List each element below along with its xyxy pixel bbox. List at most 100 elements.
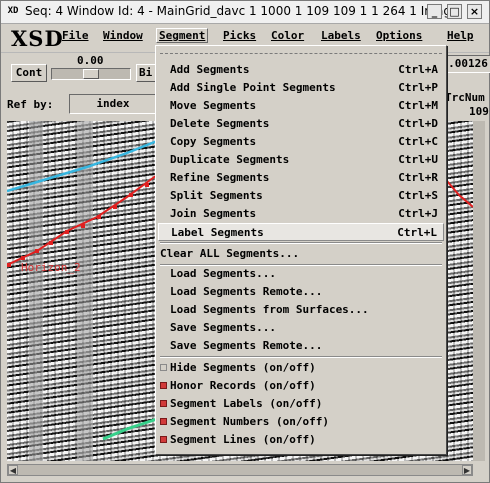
menu-item-label: Save Segments Remote... <box>170 339 323 352</box>
menu-item-label-segments[interactable]: Label Segments Ctrl+L <box>158 223 444 241</box>
menu-item-accel: Ctrl+A <box>398 63 438 76</box>
menu-file[interactable]: File <box>62 29 89 42</box>
toggle-on-icon <box>160 418 167 425</box>
menu-item-label: Join Segments <box>170 207 257 220</box>
menu-window-label: Window <box>103 29 143 42</box>
horizontal-scrollbar[interactable]: ◀ ▶ <box>7 464 473 476</box>
menu-separator <box>160 356 442 358</box>
trcnum-value: 109 <box>469 105 489 118</box>
menu-item-load-segments[interactable]: Load Segments... <box>158 265 444 283</box>
vertical-scrollbar[interactable] <box>473 121 485 461</box>
menu-item-honor-records[interactable]: Honor Records (on/off) <box>158 377 444 395</box>
menu-item-add-single-point[interactable]: Add Single Point Segments Ctrl+P <box>158 79 444 97</box>
tearoff-line[interactable] <box>160 53 442 54</box>
menu-labels-label: Labels <box>321 29 361 42</box>
right-value-field[interactable]: .00126 <box>445 55 490 73</box>
menu-item-segment-labels[interactable]: Segment Labels (on/off) <box>158 395 444 413</box>
toggle-on-icon <box>160 382 167 389</box>
minimize-button[interactable]: _ <box>427 4 442 19</box>
menu-item-label: Delete Segments <box>170 117 270 130</box>
menu-segment-label: Segment <box>159 29 206 42</box>
menu-item-delete-segments[interactable]: Delete Segments Ctrl+D <box>158 115 444 133</box>
toggle-on-icon <box>160 436 167 443</box>
menu-item-label: Hide Segments (on/off) <box>170 361 316 374</box>
menu-item-label: Load Segments... <box>170 267 276 280</box>
app-window: XD Seq: 4 Window Id: 4 - MainGrid_davc 1… <box>0 0 490 483</box>
menu-file-label: File <box>62 29 89 42</box>
menu-item-segment-lines[interactable]: Segment Lines (on/off) <box>158 431 444 449</box>
horizon-line-red-right[interactable] <box>446 180 473 208</box>
zoom-slider-thumb[interactable] <box>83 69 99 79</box>
window-title: Seq: 4 Window Id: 4 - MainGrid_davc 1 10… <box>25 4 459 18</box>
app-icon[interactable]: XD <box>5 4 21 19</box>
maximize-button[interactable]: □ <box>447 4 462 19</box>
menu-item-label: Label Segments <box>171 226 264 239</box>
menu-item-label: Segment Numbers (on/off) <box>170 415 329 428</box>
menu-item-accel: Ctrl+J <box>398 207 438 220</box>
gap-band <box>77 121 93 461</box>
menu-item-join-segments[interactable]: Join Segments Ctrl+J <box>158 205 444 223</box>
trcnum-label: TrcNum <box>445 91 485 104</box>
menu-item-label: Duplicate Segments <box>170 153 290 166</box>
horizon-line-green[interactable] <box>102 417 158 441</box>
xsd-logo: XSD <box>11 26 64 51</box>
menu-help-label: Help <box>447 29 474 42</box>
gap-band <box>29 121 43 461</box>
menu-item-copy-segments[interactable]: Copy Segments Ctrl+C <box>158 133 444 151</box>
menu-item-accel: Ctrl+S <box>398 189 438 202</box>
menu-picks[interactable]: Picks <box>223 29 256 42</box>
menu-options[interactable]: Options <box>376 29 422 42</box>
ref-by-field[interactable]: index <box>69 94 157 114</box>
menu-item-save-segments[interactable]: Save Segments... <box>158 319 444 337</box>
zoom-slider[interactable] <box>51 68 131 80</box>
cont-button[interactable]: Cont <box>11 64 47 82</box>
menu-picks-label: Picks <box>223 29 257 42</box>
menu-item-label: Load Segments Remote... <box>170 285 323 298</box>
menu-item-refine-segments[interactable]: Refine Segments Ctrl+R <box>158 169 444 187</box>
menu-item-label: Copy Segments <box>170 135 257 148</box>
menu-color-label: Color <box>271 29 305 42</box>
menu-labels[interactable]: Labels <box>321 29 361 42</box>
menu-item-label: Add Single Point Segments <box>170 81 336 94</box>
menu-segment[interactable]: Segment <box>156 28 209 43</box>
menu-separator <box>160 242 442 244</box>
segment-menu: Add Segments Ctrl+A Add Single Point Seg… <box>155 45 447 455</box>
menu-item-accel: Ctrl+D <box>398 117 438 130</box>
menu-item-accel: Ctrl+R <box>398 171 438 184</box>
close-button[interactable]: × <box>467 4 482 19</box>
horizon-label: Horizon_2 <box>21 261 81 274</box>
scroll-right-icon[interactable]: ▶ <box>462 465 472 475</box>
menu-item-label: Split Segments <box>170 189 263 202</box>
menu-options-label: Options <box>376 29 423 42</box>
menu-item-save-remote[interactable]: Save Segments Remote... <box>158 337 444 355</box>
menu-item-accel: Ctrl+L <box>397 226 437 239</box>
menu-item-load-surfaces[interactable]: Load Segments from Surfaces... <box>158 301 444 319</box>
menu-item-split-segments[interactable]: Split Segments Ctrl+S <box>158 187 444 205</box>
menu-help[interactable]: Help <box>447 29 474 42</box>
menu-item-duplicate-segments[interactable]: Duplicate Segments Ctrl+U <box>158 151 444 169</box>
menu-color[interactable]: Color <box>271 29 304 42</box>
menu-window[interactable]: Window <box>103 29 143 42</box>
menu-item-add-segments[interactable]: Add Segments Ctrl+A <box>158 61 444 79</box>
menu-item-label: Segment Labels (on/off) <box>170 397 323 410</box>
zoom-value: 0.00 <box>77 54 104 67</box>
menu-item-clear-all[interactable]: Clear ALL Segments... <box>158 245 444 263</box>
menu-item-label: Segment Lines (on/off) <box>170 433 316 446</box>
scroll-left-icon[interactable]: ◀ <box>8 465 18 475</box>
menu-item-label: Add Segments <box>170 63 250 76</box>
right-panel: .00126 TrcNum 109 <box>445 53 490 119</box>
menu-item-hide-segments[interactable]: Hide Segments (on/off) <box>158 359 444 377</box>
menu-item-label: Honor Records (on/off) <box>170 379 316 392</box>
menu-item-label: Save Segments... <box>170 321 276 334</box>
toggle-on-icon <box>160 400 167 407</box>
menu-item-accel: Ctrl+U <box>398 153 438 166</box>
menu-item-label: Clear ALL Segments... <box>160 247 300 260</box>
menu-item-load-remote[interactable]: Load Segments Remote... <box>158 283 444 301</box>
menu-item-move-segments[interactable]: Move Segments Ctrl+M <box>158 97 444 115</box>
menu-item-accel: Ctrl+P <box>398 81 438 94</box>
menu-item-label: Load Segments from Surfaces... <box>170 303 369 316</box>
title-bar[interactable]: XD Seq: 4 Window Id: 4 - MainGrid_davc 1… <box>1 1 489 24</box>
toggle-off-icon <box>160 364 167 371</box>
menu-item-segment-numbers[interactable]: Segment Numbers (on/off) <box>158 413 444 431</box>
menu-item-label: Move Segments <box>170 99 257 112</box>
